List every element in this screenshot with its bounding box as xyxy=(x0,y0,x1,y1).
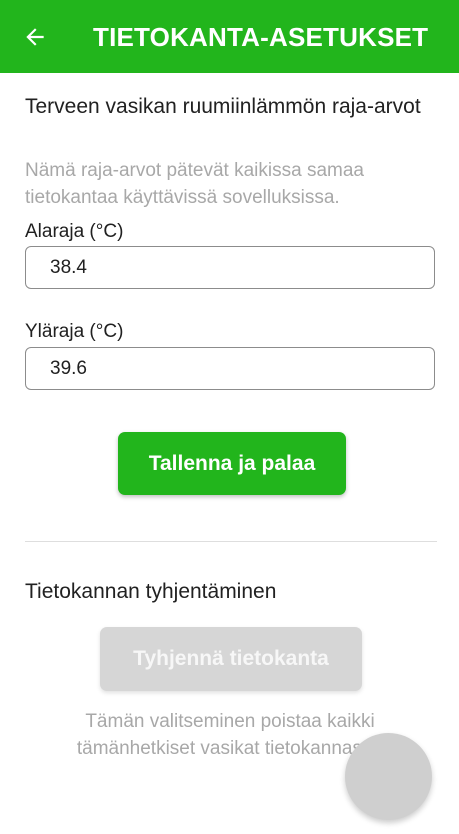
lower-limit-field[interactable] xyxy=(25,246,435,289)
page-title: TIETOKANTA-ASETUKSET xyxy=(93,22,429,52)
app-bar: TIETOKANTA-ASETUKSET xyxy=(0,0,459,73)
arrow-left-icon xyxy=(26,28,44,46)
clear-database-button[interactable]: Tyhjennä tietokanta xyxy=(100,627,362,691)
save-and-return-button[interactable]: Tallenna ja palaa xyxy=(118,432,346,495)
back-button[interactable] xyxy=(14,16,56,58)
temperature-limits-description: Nämä raja-arvot pätevät kaikissa samaa t… xyxy=(25,160,364,208)
database-clear-title: Tietokannan tyhjentäminen xyxy=(25,580,277,603)
database-settings-screen: TIETOKANTA-ASETUKSET Terveen vasikan ruu… xyxy=(0,0,459,834)
upper-limit-label: Yläraja (°C) xyxy=(25,321,124,342)
temperature-limits-title: Terveen vasikan ruumiinlämmön raja-arvot xyxy=(25,95,421,118)
upper-limit-field[interactable] xyxy=(25,347,435,390)
lower-limit-input[interactable] xyxy=(50,247,420,288)
floating-action-button[interactable] xyxy=(345,733,432,820)
upper-limit-input[interactable] xyxy=(50,348,420,389)
lower-limit-label: Alaraja (°C) xyxy=(25,221,124,242)
section-divider xyxy=(25,541,437,542)
